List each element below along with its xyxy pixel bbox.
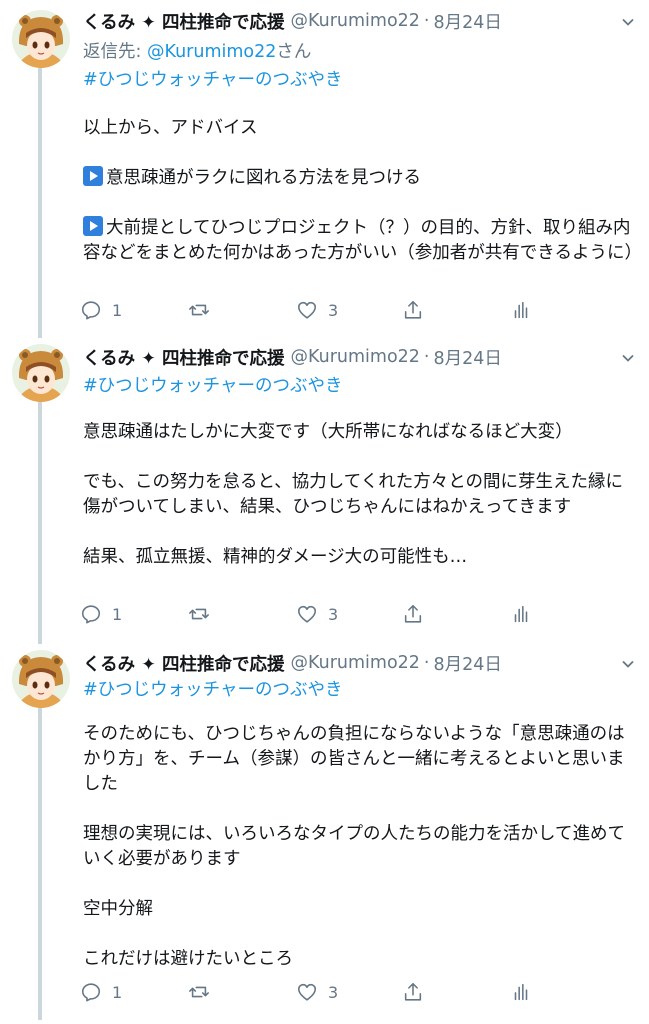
reply-button[interactable]: 1 xyxy=(80,298,122,322)
retweet-icon xyxy=(189,608,209,620)
tweet-text: 以上から、アドバイス 意思疎通がラクに図れる方法を見つける 大前提としてひつじプ… xyxy=(83,116,642,266)
reply-icon xyxy=(81,983,101,1002)
retweet-button[interactable] xyxy=(188,980,210,1004)
reply-button[interactable]: 1 xyxy=(80,602,122,626)
tweet-date[interactable]: 8月24日 xyxy=(434,651,502,676)
tweet-date[interactable]: 8月24日 xyxy=(434,345,502,370)
heart-icon xyxy=(297,605,317,623)
tweet-paragraph: そのためにも、ひつじちゃんの負担にならないような「意思疎通のはかり方」を、チーム… xyxy=(83,724,625,794)
tweet-header: くるみ ✦ 四柱推命で応援 @Kurumimo22 · 8月24日 xyxy=(83,8,639,34)
tweet-header: くるみ ✦ 四柱推命で応援 @Kurumimo22 · 8月24日 xyxy=(83,344,639,370)
like-count: 3 xyxy=(328,300,339,320)
reply-count: 1 xyxy=(112,604,123,624)
user-handle[interactable]: @Kurumimo22 xyxy=(291,11,420,31)
chevron-down-icon[interactable] xyxy=(621,657,635,671)
retweet-icon xyxy=(189,986,209,998)
share-icon xyxy=(404,300,422,319)
like-button[interactable]: 3 xyxy=(296,298,338,322)
share-button[interactable] xyxy=(402,980,424,1004)
reply-to: 返信先: @Kurumimo22さん xyxy=(83,38,311,63)
analytics-icon xyxy=(514,605,528,623)
avatar-image xyxy=(12,650,70,708)
tweet-paragraph: これだけは避けたいところ xyxy=(83,949,293,969)
reply-icon xyxy=(81,605,101,624)
tweet-paragraph: 意思疎通がラクに図れる方法を見つける xyxy=(83,166,637,191)
like-count: 3 xyxy=(328,982,339,1002)
tweet-actions: 1 3 xyxy=(80,602,540,626)
separator: · xyxy=(423,11,430,31)
tweet-text: 意思疎通はたしかに大変です（大所帯になればなるほど大変） でも、この努力を怠ると… xyxy=(83,420,637,570)
reply-count: 1 xyxy=(112,300,123,320)
retweet-icon xyxy=(189,304,209,316)
tweet-paragraph: 空中分解 xyxy=(83,899,153,919)
hashtag-link[interactable]: #ひつじウォッチャーのつぶやき xyxy=(83,676,343,701)
heart-icon xyxy=(297,983,317,1001)
display-name[interactable]: くるみ ✦ 四柱推命で応援 xyxy=(83,345,285,370)
play-button-emoji-icon xyxy=(83,166,103,186)
retweet-button[interactable] xyxy=(188,298,210,322)
reply-to-suffix: さん xyxy=(276,42,312,62)
hashtag-link[interactable]: #ひつじウォッチャーのつぶやき xyxy=(83,372,343,397)
user-handle[interactable]: @Kurumimo22 xyxy=(291,347,420,367)
tweet-actions: 1 3 xyxy=(80,980,540,1004)
tweet-paragraph-text: 意思疎通がラクに図れる方法を見つける xyxy=(106,168,421,188)
analytics-button[interactable] xyxy=(510,298,532,322)
tweet-date[interactable]: 8月24日 xyxy=(434,9,502,34)
avatar[interactable] xyxy=(12,650,70,708)
heart-icon xyxy=(297,301,317,319)
display-name[interactable]: くるみ ✦ 四柱推命で応援 xyxy=(83,651,285,676)
reply-to-prefix: 返信先: xyxy=(83,42,147,62)
share-icon xyxy=(404,604,422,623)
separator: · xyxy=(423,653,430,673)
tweet-paragraph: でも、この努力を怠ると、協力してくれた方々との間に芽生えた縁に傷がついてしまい、… xyxy=(83,472,624,517)
like-button[interactable]: 3 xyxy=(296,602,338,626)
separator: · xyxy=(423,347,430,367)
tweet-actions: 1 3 xyxy=(80,298,540,322)
tweet-paragraph: 意思疎通はたしかに大変です（大所帯になればなるほど大変） xyxy=(83,422,573,442)
share-button[interactable] xyxy=(402,602,424,626)
user-handle[interactable]: @Kurumimo22 xyxy=(291,653,420,673)
share-icon xyxy=(404,982,422,1001)
tweet-paragraph: 大前提としてひつじプロジェクト（？）の目的、方針、取り組み内容などをまとめた何か… xyxy=(83,216,642,266)
avatar[interactable] xyxy=(12,344,70,402)
tweet-text: そのためにも、ひつじちゃんの負担にならないような「意思疎通のはかり方」を、チーム… xyxy=(83,722,637,972)
avatar[interactable] xyxy=(12,10,70,68)
analytics-button[interactable] xyxy=(510,602,532,626)
avatar-image xyxy=(12,10,70,68)
tweet-header: くるみ ✦ 四柱推命で応援 @Kurumimo22 · 8月24日 xyxy=(83,650,639,676)
like-button[interactable]: 3 xyxy=(296,980,338,1004)
share-button[interactable] xyxy=(402,298,424,322)
tweet-paragraph: 結果、孤立無援、精神的ダメージ大の可能性も… xyxy=(83,547,468,567)
reply-icon xyxy=(81,301,101,320)
tweet-paragraph: 理想の実現には、いろいろなタイプの人たちの能力を活かして進めていく必要があります xyxy=(83,824,625,869)
analytics-icon xyxy=(514,983,528,1001)
play-button-emoji-icon xyxy=(83,216,103,236)
chevron-down-icon[interactable] xyxy=(621,15,635,29)
retweet-button[interactable] xyxy=(188,602,210,626)
hashtag-link[interactable]: #ひつじウォッチャーのつぶやき xyxy=(83,66,343,91)
chevron-down-icon[interactable] xyxy=(621,351,635,365)
reply-mention-link[interactable]: @Kurumimo22 xyxy=(147,42,276,62)
tweet[interactable]: くるみ ✦ 四柱推命で応援 @Kurumimo22 · 8月24日 返信先: @… xyxy=(0,8,649,338)
tweet[interactable]: くるみ ✦ 四柱推命で応援 @Kurumimo22 · 8月24日 #ひつじウォ… xyxy=(0,344,649,634)
analytics-button[interactable] xyxy=(510,980,532,1004)
reply-button[interactable]: 1 xyxy=(80,980,122,1004)
reply-count: 1 xyxy=(112,982,123,1002)
avatar-image xyxy=(12,344,70,402)
tweet-paragraph: 以上から、アドバイス xyxy=(83,118,258,138)
analytics-icon xyxy=(514,301,528,319)
display-name[interactable]: くるみ ✦ 四柱推命で応援 xyxy=(83,9,285,34)
like-count: 3 xyxy=(328,604,339,624)
tweet[interactable]: くるみ ✦ 四柱推命で応援 @Kurumimo22 · 8月24日 #ひつじウォ… xyxy=(0,650,649,1020)
tweet-paragraph-text: 大前提としてひつじプロジェクト（？）の目的、方針、取り組み内容などをまとめた何か… xyxy=(83,218,642,263)
